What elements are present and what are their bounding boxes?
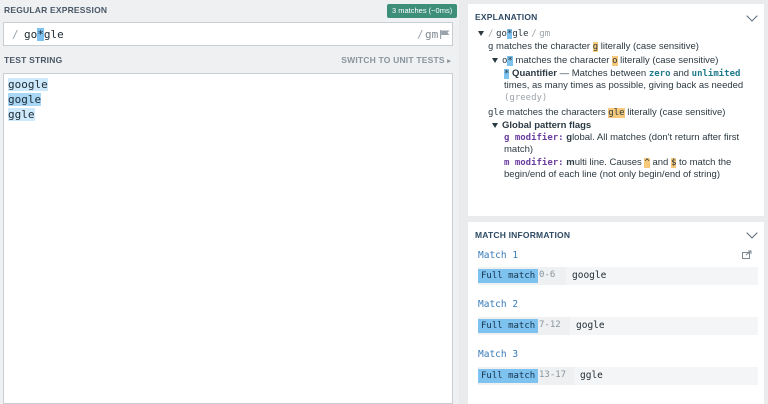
token-o-star[interactable]: o* matches the character o literally (ca… bbox=[492, 55, 718, 67]
switch-label: SWITCH TO UNIT TESTS bbox=[341, 55, 445, 65]
pattern-literal-go: go bbox=[24, 28, 38, 41]
match-value-box: ggle bbox=[574, 367, 758, 385]
right-pane: EXPLANATION / go*gle / gm g matches the … bbox=[464, 0, 768, 404]
token-g[interactable]: g matches the character g literally (cas… bbox=[488, 41, 699, 53]
explanation-root[interactable]: / go*gle / gm bbox=[478, 28, 550, 40]
test-line: google bbox=[8, 78, 48, 91]
expand-triangle-icon bbox=[478, 30, 484, 36]
left-pane: REGULAR EXPRESSION 3 matches (~0ms) / go… bbox=[0, 0, 459, 404]
match-highlight: google bbox=[8, 78, 48, 91]
match-title: Match 3 bbox=[478, 349, 519, 360]
switch-to-unit-tests-button[interactable]: SWITCH TO UNIT TESTS ▸ bbox=[341, 55, 451, 65]
match-range: 0-6 bbox=[539, 270, 556, 280]
regex-input[interactable]: / go*gle / gm bbox=[3, 22, 453, 46]
match-value: google bbox=[572, 270, 607, 281]
pattern-literal-gle: gle bbox=[43, 28, 64, 41]
match-title: Match 2 bbox=[478, 299, 519, 310]
regex-pattern[interactable]: go*gle bbox=[24, 28, 64, 41]
match-highlight: ggle bbox=[8, 108, 35, 121]
test-string-header: TEST STRING bbox=[4, 55, 63, 65]
match-row[interactable]: Full match 7-12 gogle bbox=[478, 317, 758, 335]
g-modifier-explanation: g modifier: global. All matches (don't r… bbox=[504, 132, 740, 155]
chevron-right-icon: ▸ bbox=[447, 58, 451, 65]
match-title: Match 1 bbox=[478, 250, 519, 261]
token-gle[interactable]: gle matches the characters gle literally… bbox=[488, 107, 725, 119]
match-value: ggle bbox=[580, 370, 603, 381]
quantifier-explanation[interactable]: * Quantifier — Matches between zero and … bbox=[504, 68, 756, 104]
share-icon[interactable] bbox=[742, 250, 752, 259]
explanation-panel: EXPLANATION / go*gle / gm g matches the … bbox=[468, 4, 764, 216]
flag-icon[interactable] bbox=[440, 30, 450, 39]
match-information-header: MATCH INFORMATION bbox=[475, 230, 571, 240]
regex-close-delimiter: / bbox=[417, 28, 424, 41]
match-value-box: gogle bbox=[570, 317, 758, 335]
full-match-label: Full match bbox=[478, 319, 539, 333]
match-highlight: gogle bbox=[8, 93, 42, 106]
match-value-box: google bbox=[566, 267, 758, 285]
expand-triangle-icon bbox=[492, 57, 498, 63]
test-line: ggle bbox=[8, 108, 35, 121]
match-row[interactable]: Full match 13-17 ggle bbox=[478, 367, 758, 385]
pattern-quantifier: * bbox=[37, 28, 44, 41]
match-value: gogle bbox=[576, 320, 605, 331]
match-information-panel: MATCH INFORMATION Match 1 Full match 0-6… bbox=[468, 222, 764, 404]
explanation-header: EXPLANATION bbox=[475, 12, 538, 22]
matches-badge: 3 matches (~0ms) bbox=[387, 4, 458, 18]
match-range: 7-12 bbox=[539, 320, 561, 330]
full-match-label: Full match bbox=[478, 369, 539, 383]
full-match-label: Full match bbox=[478, 269, 539, 283]
expand-triangle-icon bbox=[492, 122, 498, 128]
chevron-down-icon[interactable] bbox=[746, 10, 758, 22]
regex-flags[interactable]: gm bbox=[425, 28, 438, 41]
test-string-editor[interactable]: google gogle ggle bbox=[3, 73, 453, 404]
flags-title[interactable]: Global pattern flags bbox=[492, 120, 591, 132]
chevron-down-icon[interactable] bbox=[746, 227, 758, 239]
m-modifier-explanation: m modifier: multi line. Causes ^ and $ t… bbox=[504, 157, 732, 180]
match-range: 13-17 bbox=[539, 370, 567, 380]
test-line: gogle bbox=[8, 93, 42, 106]
match-row[interactable]: Full match 0-6 google bbox=[478, 267, 758, 285]
regex-header: REGULAR EXPRESSION bbox=[4, 5, 108, 15]
regex-open-delimiter: / bbox=[12, 28, 19, 41]
